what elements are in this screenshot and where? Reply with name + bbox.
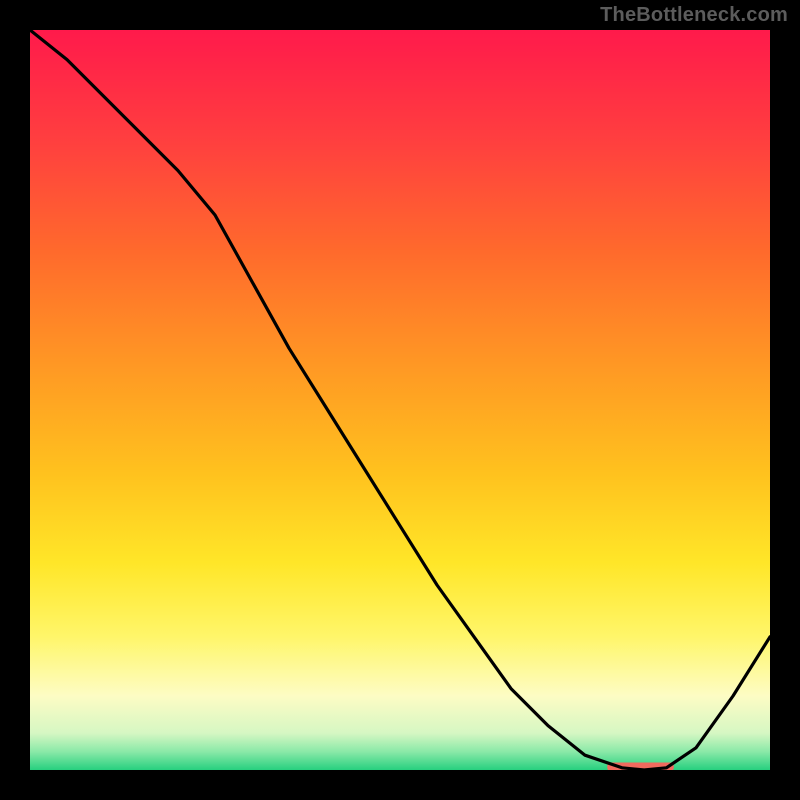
chart-svg [30,30,770,770]
chart-root: TheBottleneck.com [0,0,800,800]
watermark-text: TheBottleneck.com [600,4,788,27]
gradient-background [30,30,770,770]
plot-area [30,30,770,770]
